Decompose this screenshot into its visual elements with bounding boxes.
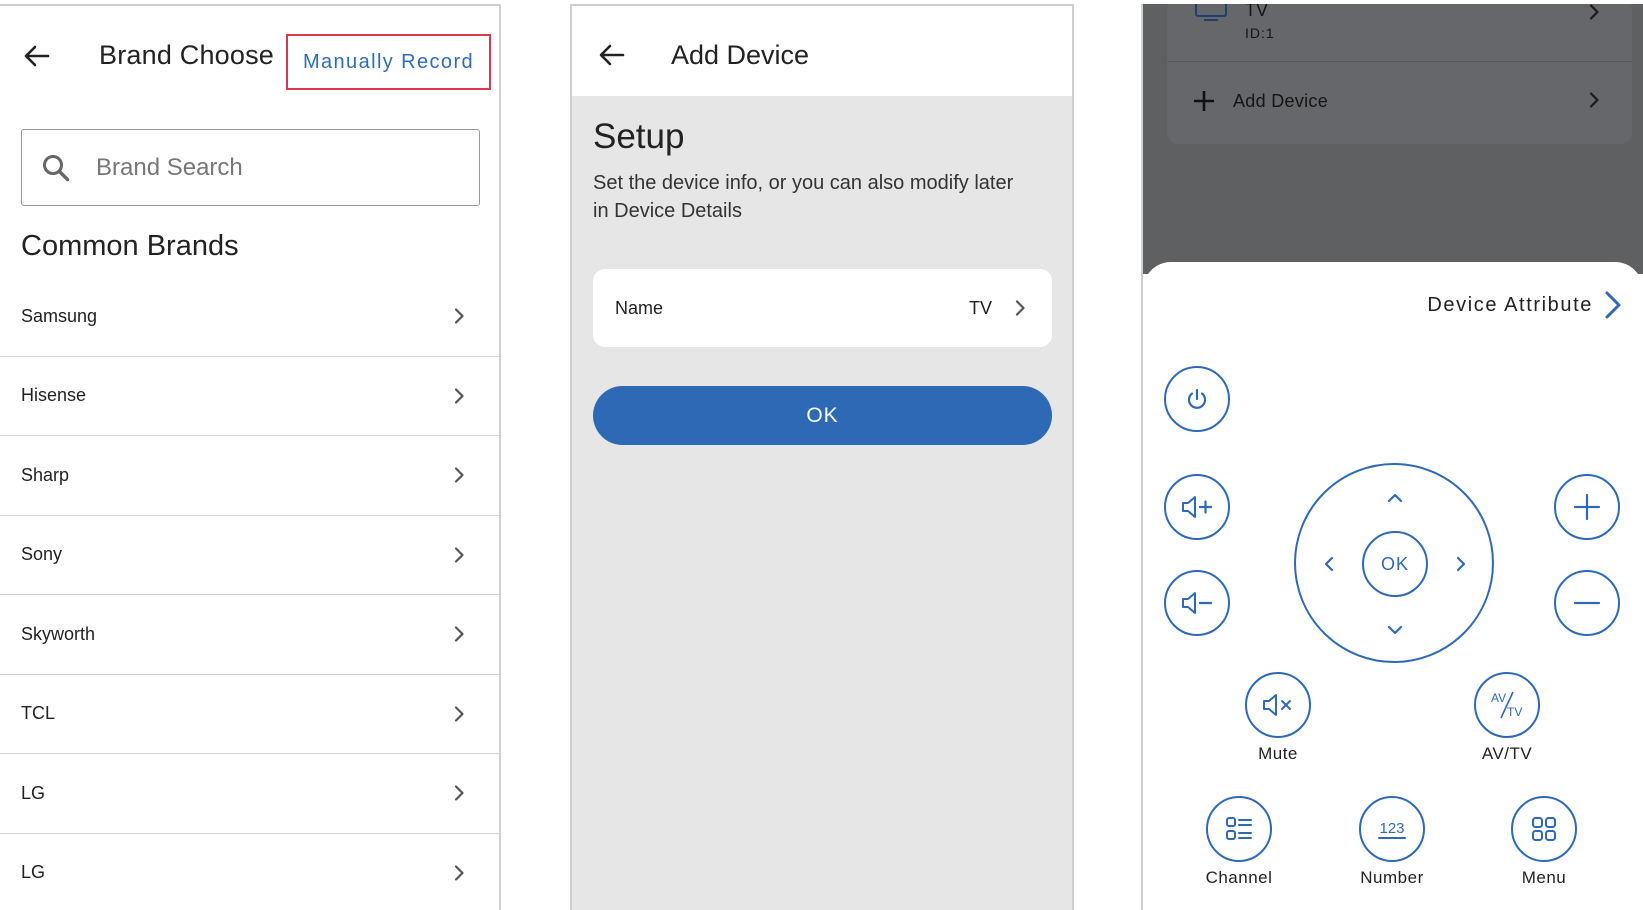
right-arrow-button[interactable] bbox=[1448, 551, 1474, 577]
volume-up-button[interactable] bbox=[1164, 474, 1230, 540]
brand-name: TCL bbox=[21, 703, 56, 724]
power-icon bbox=[1187, 388, 1207, 409]
left-arrow-button[interactable] bbox=[1316, 551, 1342, 577]
volume-down-icon bbox=[1182, 592, 1213, 614]
menu-label: Menu bbox=[1521, 868, 1567, 887]
dimmed-background: TV ID:1 Add Device bbox=[1143, 4, 1643, 274]
chevron-right-icon bbox=[454, 706, 464, 722]
chevron-right-icon bbox=[1589, 4, 1599, 20]
volume-up-icon bbox=[1182, 496, 1213, 518]
chevron-right-icon bbox=[1589, 92, 1599, 108]
remote-control-sheet: Device Attribute OK Mute AV TV AV/TV Cha… bbox=[1143, 262, 1643, 910]
chevron-right-icon bbox=[454, 547, 464, 563]
svg-text:TV: TV bbox=[1507, 705, 1522, 719]
back-arrow-icon[interactable] bbox=[595, 38, 629, 72]
brand-list-item[interactable]: Sony bbox=[0, 516, 499, 595]
power-button[interactable] bbox=[1164, 366, 1230, 432]
device-attribute-link[interactable]: Device Attribute bbox=[1427, 290, 1623, 320]
brand-search-box[interactable] bbox=[21, 129, 480, 206]
mute-label: Mute bbox=[1258, 744, 1298, 763]
number-pad-icon: 123 bbox=[1378, 820, 1406, 839]
mute-icon bbox=[1263, 694, 1291, 716]
device-attribute-label: Device Attribute bbox=[1427, 293, 1593, 316]
number-button[interactable]: 123 bbox=[1359, 796, 1425, 862]
direction-pad: OK bbox=[1294, 463, 1494, 663]
brand-list-item[interactable]: Samsung bbox=[0, 277, 499, 357]
chevron-right-icon bbox=[1456, 556, 1466, 572]
common-brands-heading: Common Brands bbox=[21, 230, 239, 262]
brand-name: LG bbox=[21, 782, 46, 803]
brand-choose-header: Brand Choose Manually Record bbox=[0, 6, 499, 106]
brand-list-item[interactable]: Hisense bbox=[0, 357, 499, 436]
brand-list: Samsung Hisense Sharp Sony Skyworth TCL LG LG bbox=[0, 277, 499, 910]
tv-icon bbox=[1195, 4, 1227, 21]
manually-record-button[interactable]: Manually Record bbox=[286, 34, 491, 90]
brand-list-item[interactable]: LG bbox=[0, 754, 499, 834]
av-tv-label: AV/TV bbox=[1481, 744, 1533, 763]
chevron-up-icon bbox=[1387, 493, 1403, 503]
chevron-right-icon bbox=[454, 308, 464, 324]
grid-menu-icon bbox=[1532, 817, 1556, 841]
svg-text:AV: AV bbox=[1491, 691, 1506, 705]
chevron-right-icon bbox=[454, 388, 464, 404]
av-tv-icon: AV TV bbox=[1491, 691, 1522, 719]
number-label: Number bbox=[1360, 868, 1424, 887]
av-tv-button[interactable]: AV TV bbox=[1474, 672, 1540, 738]
channel-up-button[interactable] bbox=[1554, 474, 1620, 540]
svg-text:123: 123 bbox=[1379, 820, 1404, 837]
brand-name: Hisense bbox=[21, 385, 87, 406]
mute-button[interactable] bbox=[1245, 672, 1311, 738]
channel-list-button[interactable] bbox=[1206, 796, 1272, 862]
chevron-left-icon bbox=[1324, 556, 1334, 572]
device-row-tv[interactable]: TV ID:1 bbox=[1167, 4, 1632, 62]
chevron-right-icon bbox=[1605, 291, 1621, 319]
ok-button[interactable]: OK bbox=[593, 386, 1052, 445]
device-list-card: TV ID:1 Add Device bbox=[1167, 4, 1632, 144]
channel-label: Channel bbox=[1205, 868, 1273, 887]
chevron-right-icon bbox=[454, 865, 464, 881]
name-label: Name bbox=[615, 297, 664, 318]
search-icon bbox=[43, 154, 70, 181]
device-id: ID:1 bbox=[1245, 25, 1275, 41]
brand-name: Skyworth bbox=[21, 623, 96, 644]
brand-name: Samsung bbox=[21, 305, 98, 326]
brand-name: LG bbox=[21, 862, 46, 883]
brand-list-item[interactable]: LG bbox=[0, 834, 499, 910]
add-device-label: Add Device bbox=[1233, 91, 1329, 111]
chevron-right-icon bbox=[454, 467, 464, 483]
add-device-row[interactable]: Add Device bbox=[1167, 62, 1632, 140]
volume-down-button[interactable] bbox=[1164, 570, 1230, 636]
brand-search-input[interactable] bbox=[96, 153, 426, 182]
brand-name: Sharp bbox=[21, 464, 70, 485]
chevron-right-icon bbox=[454, 785, 464, 801]
add-device-header: Add Device bbox=[572, 6, 1072, 96]
plus-icon bbox=[1194, 91, 1214, 111]
chevron-right-icon bbox=[454, 626, 464, 642]
brand-choose-screen: Brand Choose Manually Record Common Bran… bbox=[0, 4, 501, 910]
back-arrow-icon[interactable] bbox=[20, 39, 54, 73]
down-arrow-button[interactable] bbox=[1382, 617, 1408, 643]
chevron-right-icon bbox=[1015, 300, 1025, 316]
brand-name: Sony bbox=[21, 544, 63, 565]
list-icon bbox=[1226, 817, 1252, 840]
plus-icon bbox=[1573, 493, 1601, 521]
page-title: Add Device bbox=[671, 40, 810, 70]
remote-screen: TV ID:1 Add Device Device Attribute OK M… bbox=[1141, 4, 1643, 910]
add-device-screen: Add Device Setup Set the device info, or… bbox=[570, 4, 1074, 910]
chevron-down-icon bbox=[1387, 625, 1403, 635]
name-value: TV bbox=[968, 297, 992, 318]
brand-list-item[interactable]: TCL bbox=[0, 675, 499, 754]
dpad-ok-button[interactable]: OK bbox=[1362, 531, 1428, 597]
menu-button[interactable] bbox=[1511, 796, 1577, 862]
minus-icon bbox=[1573, 601, 1601, 605]
brand-list-item[interactable]: Sharp bbox=[0, 436, 499, 516]
page-title: Brand Choose bbox=[99, 40, 275, 70]
setup-heading: Setup bbox=[593, 117, 685, 156]
brand-list-item[interactable]: Skyworth bbox=[0, 595, 499, 675]
device-name: TV bbox=[1245, 4, 1269, 20]
setup-description: Set the device info, or you can also mod… bbox=[593, 172, 1014, 222]
up-arrow-button[interactable] bbox=[1382, 485, 1408, 511]
device-name-row[interactable]: Name TV bbox=[593, 269, 1052, 347]
channel-down-button[interactable] bbox=[1554, 570, 1620, 636]
